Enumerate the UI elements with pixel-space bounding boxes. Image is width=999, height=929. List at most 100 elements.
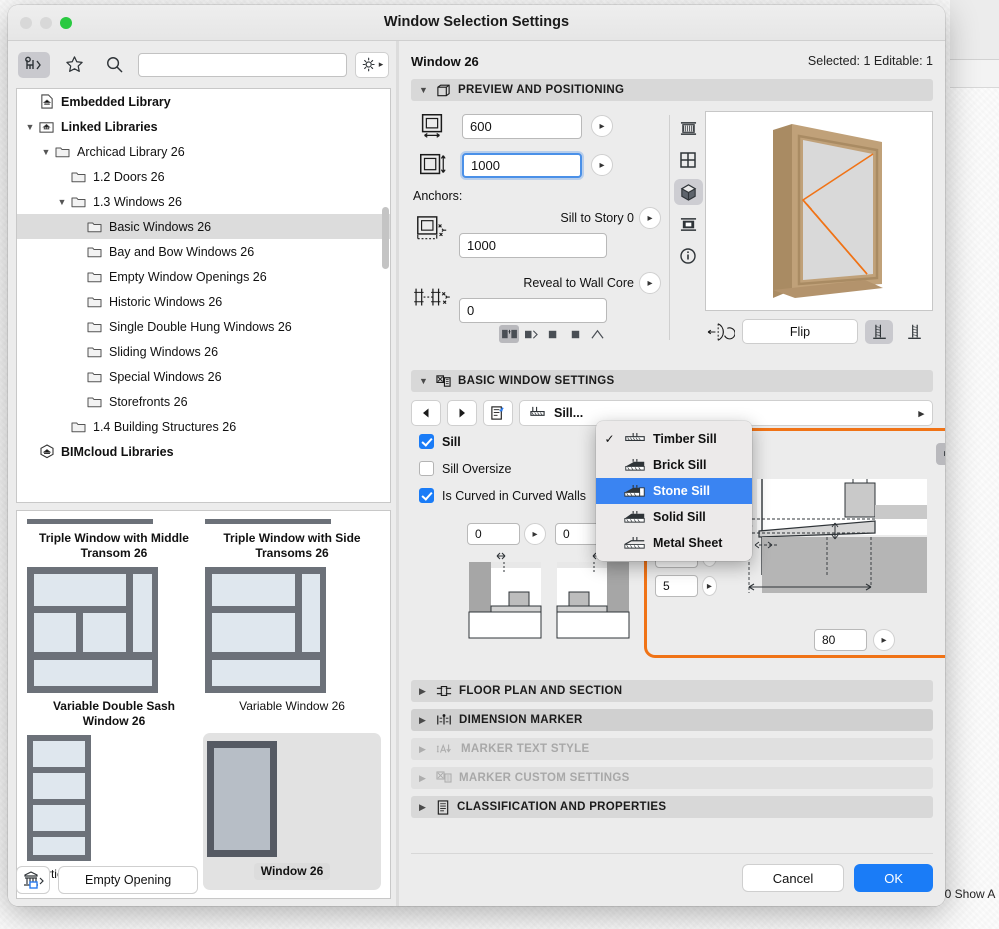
width-input[interactable]: 600 <box>462 114 582 139</box>
reveal-left-input[interactable]: 0 <box>467 523 520 545</box>
tree-item[interactable]: ▼Archicad Library 26 <box>17 139 390 164</box>
3d-view-icon[interactable] <box>674 179 703 205</box>
flip-button[interactable]: Flip <box>742 319 858 344</box>
section-basic-window-settings[interactable]: ▼ BASIC WINDOW SETTINGS <box>411 370 933 392</box>
anchor-mode-group <box>499 325 661 343</box>
sill-param3-input[interactable]: 5 <box>655 575 698 597</box>
open-parameters-button[interactable] <box>483 400 513 426</box>
sill-type-dropdown-menu[interactable]: ✓Timber Sill Brick Sill Stone SillSolid Si… <box>596 421 752 561</box>
sill-bottom-input[interactable]: 80 <box>814 629 867 651</box>
folder-icon <box>85 370 104 383</box>
sill-type-menu-item[interactable]: ✓Timber Sill <box>596 426 752 452</box>
cancel-button[interactable]: Cancel <box>742 864 844 892</box>
previous-page-button[interactable] <box>411 400 441 426</box>
anchor-mode-4-icon[interactable] <box>565 325 585 343</box>
sill-to-story-input[interactable]: 1000 <box>459 233 607 258</box>
sill-bottom-options-icon[interactable]: ▸ <box>873 629 895 651</box>
sill-param3-options-icon[interactable]: ▸ <box>702 576 717 596</box>
library-panel: ▸ Embedded Library ▼ Linked Libraries ▼Arch… <box>8 41 399 906</box>
tree-item[interactable]: Basic Windows 26 <box>17 214 390 239</box>
next-page-button[interactable] <box>447 400 477 426</box>
thumbnail-cell[interactable]: Variable Double Sash Window 26 <box>25 565 203 733</box>
plan-view-icon[interactable] <box>674 147 703 173</box>
tree-item-label: 1.3 Windows 26 <box>93 195 182 209</box>
library-tree[interactable]: Embedded Library ▼ Linked Libraries ▼Archic… <box>16 88 391 503</box>
sill-to-story-options-icon[interactable]: ▸ <box>639 207 661 229</box>
sill-side-right-icon[interactable] <box>900 320 928 344</box>
tree-item-label: Linked Libraries <box>61 120 158 134</box>
section-preview-positioning[interactable]: ▼ PREVIEW AND POSITIONING <box>411 79 933 101</box>
folder-icon <box>85 395 104 408</box>
section-view-icon[interactable] <box>674 211 703 237</box>
tree-item[interactable]: Sliding Windows 26 <box>17 339 390 364</box>
sill-type-menu-item[interactable]: Brick Sill <box>596 452 752 478</box>
sill-type-menu-item[interactable]: Metal Sheet <box>596 530 752 556</box>
search-input[interactable] <box>138 53 347 77</box>
tree-item[interactable]: 1.4 Building Structures 26 <box>17 414 390 439</box>
anchors-label: Anchors: <box>413 189 661 203</box>
anchor-mode-5-icon[interactable] <box>587 325 607 343</box>
library-toolbar: ▸ <box>8 41 399 88</box>
elevation-view-icon[interactable] <box>674 115 703 141</box>
empty-opening-button[interactable]: Empty Opening <box>58 866 198 894</box>
thumbnail-cell[interactable]: Triple Window with Side Transoms 26 <box>203 517 381 565</box>
tree-item[interactable]: ▼ Linked Libraries <box>17 114 390 139</box>
height-options-icon[interactable]: ▸ <box>591 154 613 176</box>
tree-item[interactable]: Single Double Hung Windows 26 <box>17 314 390 339</box>
sill-type-menu-label: Brick Sill <box>653 458 707 472</box>
background-status-text: 00 Show A <box>938 884 999 906</box>
sill-type-dropdown-button[interactable]: ▸ <box>936 443 945 465</box>
chevron-right-icon[interactable]: ▸ <box>918 407 924 420</box>
thumbnail-browser[interactable]: Triple Window with Middle Transom 26 Tri… <box>16 510 391 899</box>
tree-scrollbar[interactable] <box>382 207 389 269</box>
reveal-options-icon[interactable]: ▸ <box>639 272 661 294</box>
thumbnail-cell[interactable]: Variable Window 26 <box>203 565 381 733</box>
search-icon[interactable] <box>98 52 130 78</box>
thumbnail-label: Variable Window 26 <box>203 695 381 718</box>
library-part-icon[interactable] <box>16 866 50 894</box>
tree-item[interactable]: BIMcloud Libraries <box>17 439 390 464</box>
sill-type-menu-item[interactable]: Stone Sill <box>596 478 752 504</box>
furniture-browser-icon[interactable] <box>18 52 50 78</box>
sill-side-left-icon[interactable] <box>865 320 893 344</box>
chevron-down-icon[interactable]: ▼ <box>55 197 69 207</box>
tree-item-label: 1.2 Doors 26 <box>93 170 165 184</box>
section-marker-text-style: ▶ MARKER TEXT STYLE <box>411 738 933 760</box>
folder-icon <box>85 320 104 333</box>
reveal-to-wall-core-input[interactable]: 0 <box>459 298 607 323</box>
reveal-left-options-icon[interactable]: ▸ <box>524 523 546 545</box>
chevron-down-icon[interactable]: ▼ <box>39 147 53 157</box>
sill-type-icon <box>621 510 649 525</box>
thumbnail-cell[interactable]: Triple Window with Middle Transom 26 <box>25 517 203 565</box>
tree-item[interactable]: 1.2 Doors 26 <box>17 164 390 189</box>
ok-button[interactable]: OK <box>854 864 933 892</box>
tree-item[interactable]: Empty Window Openings 26 <box>17 264 390 289</box>
anchor-mode-2-icon[interactable] <box>521 325 541 343</box>
tree-item[interactable]: Special Windows 26 <box>17 364 390 389</box>
section-dimension-marker[interactable]: ▶ DIMENSION MARKER <box>411 709 933 731</box>
tree-item[interactable]: Bay and Bow Windows 26 <box>17 239 390 264</box>
reveal-left-diagram <box>467 548 547 640</box>
chevron-down-icon[interactable]: ▼ <box>23 122 37 132</box>
tree-item[interactable]: ▼ 1.3 Windows 26 <box>17 189 390 214</box>
sill-type-menu-item[interactable]: Solid Sill <box>596 504 752 530</box>
anchor-mode-center-icon[interactable] <box>499 325 519 343</box>
sill-oversize-checkbox[interactable] <box>419 461 434 476</box>
window-3d-preview[interactable] <box>705 111 933 311</box>
section-floor-plan-and-section[interactable]: ▶ FLOOR PLAN AND SECTION <box>411 680 933 702</box>
anchor-mode-3-icon[interactable] <box>543 325 563 343</box>
sill-checkbox[interactable] <box>419 434 434 449</box>
floor-plan-icon <box>436 684 452 698</box>
gear-icon[interactable]: ▸ <box>355 52 389 78</box>
section-classification-and-properties[interactable]: ▶ CLASSIFICATION AND PROPERTIES <box>411 796 933 818</box>
object-name: Window 26 <box>411 54 479 69</box>
tree-item[interactable]: Historic Windows 26 <box>17 289 390 314</box>
info-icon[interactable] <box>674 243 703 269</box>
star-icon[interactable] <box>58 52 90 78</box>
height-input[interactable]: 1000 <box>462 153 582 178</box>
thumbnail-cell-selected[interactable]: Window 26 <box>203 733 381 890</box>
tree-item[interactable]: Embedded Library <box>17 89 390 114</box>
tree-item[interactable]: Storefronts 26 <box>17 389 390 414</box>
width-options-icon[interactable]: ▸ <box>591 115 613 137</box>
curved-walls-checkbox[interactable] <box>419 488 434 503</box>
